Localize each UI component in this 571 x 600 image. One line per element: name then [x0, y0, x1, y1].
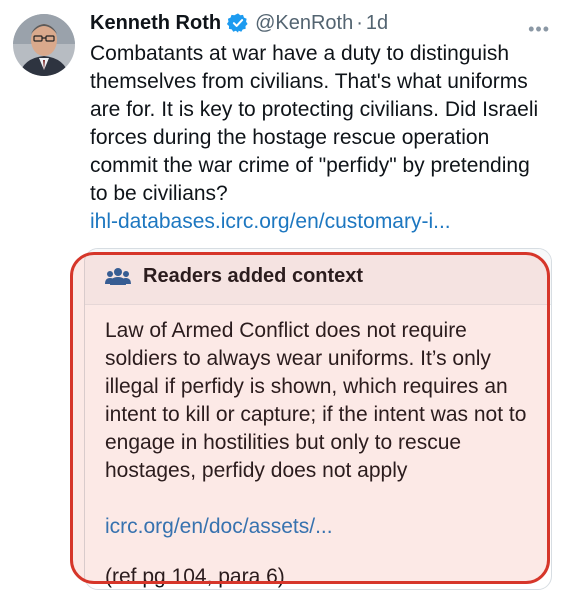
tweet-timestamp[interactable]: 1d	[366, 12, 388, 35]
community-note: Readers added context Law of Armed Confl…	[84, 248, 552, 590]
author-avatar[interactable]	[13, 14, 75, 76]
community-note-link[interactable]: icrc.org/en/doc/assets/...	[105, 513, 531, 541]
more-options-icon[interactable]: •••	[528, 20, 550, 38]
community-note-text: Law of Armed Conflict does not require s…	[105, 319, 527, 482]
tweet-header: Kenneth Roth @KenRoth · 1d	[90, 8, 560, 38]
author-name[interactable]: Kenneth Roth	[90, 12, 221, 35]
tweet: Kenneth Roth @KenRoth · 1d ••• Combatant…	[90, 8, 560, 236]
community-note-body: Law of Armed Conflict does not require s…	[85, 305, 551, 589]
people-icon	[105, 266, 131, 288]
community-note-reference: (ref pg 104, para 6)	[105, 565, 285, 588]
community-note-header[interactable]: Readers added context	[85, 249, 551, 305]
community-note-title: Readers added context	[143, 265, 364, 287]
tweet-link[interactable]: ihl-databases.icrc.org/en/customary-i...	[90, 208, 560, 236]
tweet-text: Combatants at war have a duty to disting…	[90, 42, 539, 205]
header-separator: ·	[356, 11, 363, 34]
author-handle[interactable]: @KenRoth	[255, 12, 353, 35]
verified-badge-icon[interactable]	[227, 12, 249, 34]
